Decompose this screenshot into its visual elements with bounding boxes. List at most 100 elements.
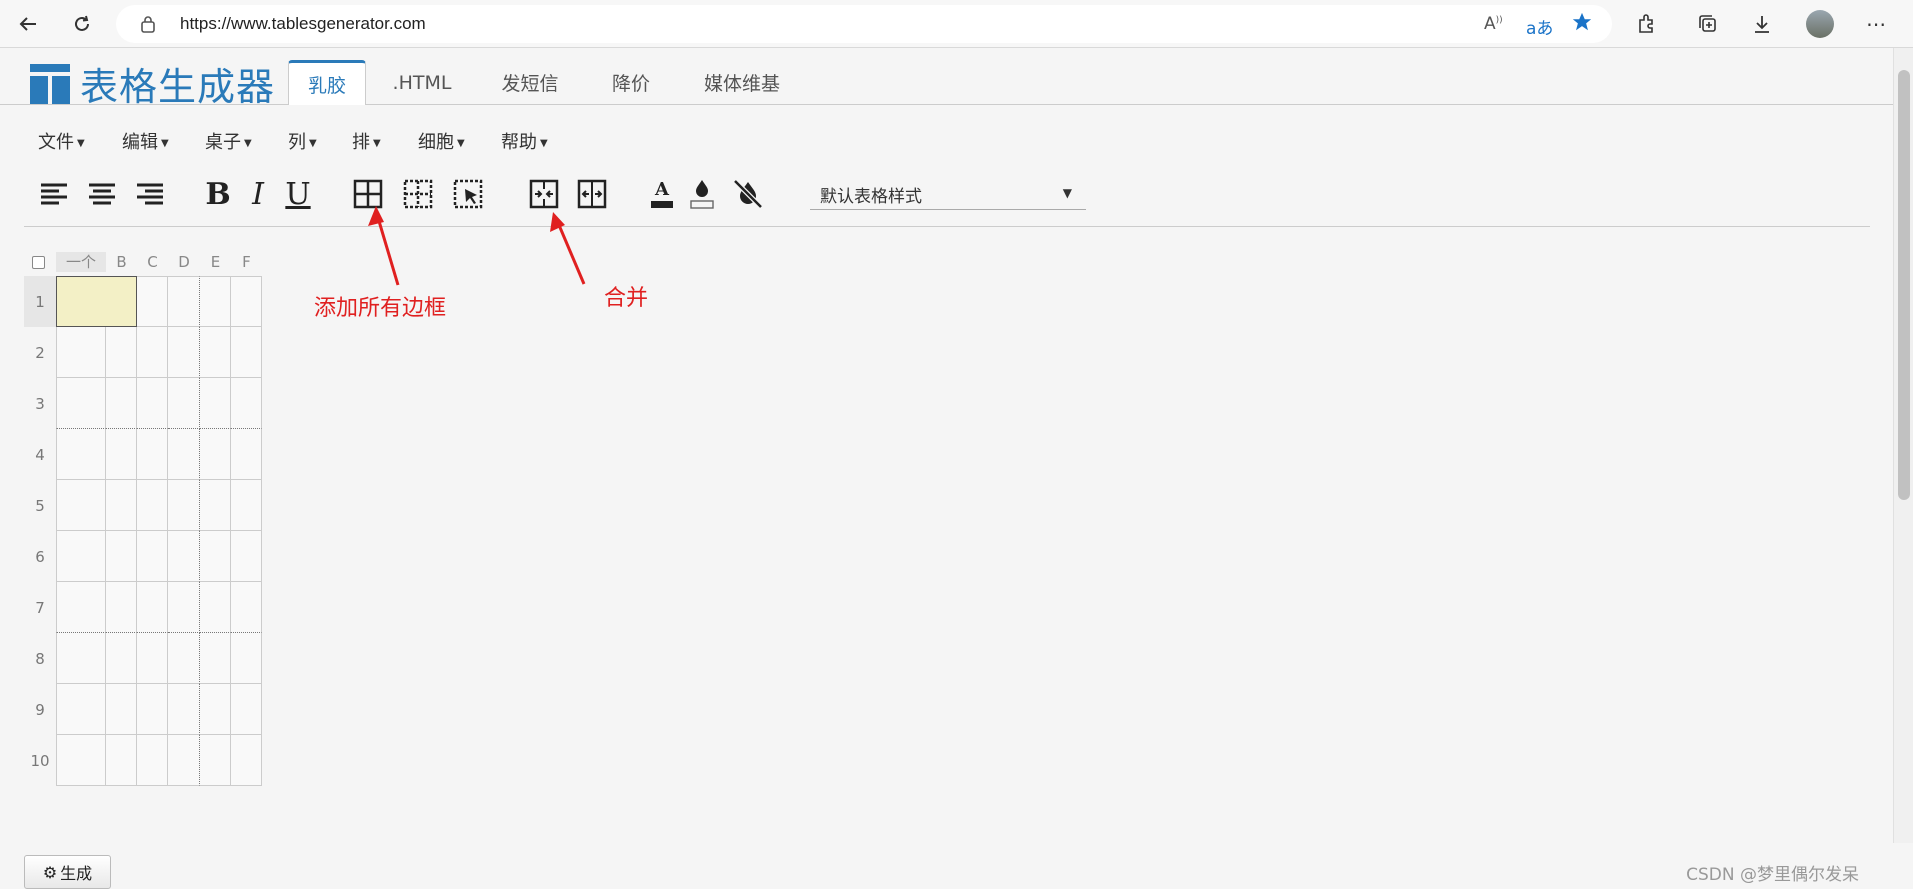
table-cell[interactable] bbox=[168, 276, 200, 327]
edit-borders-icon[interactable] bbox=[450, 176, 486, 212]
table-cell[interactable] bbox=[200, 684, 231, 735]
table-cell[interactable] bbox=[200, 531, 231, 582]
table-cell[interactable] bbox=[56, 684, 106, 735]
merged-selected-cell[interactable] bbox=[56, 276, 137, 327]
row-header[interactable]: 2 bbox=[24, 327, 56, 378]
table-cell[interactable] bbox=[231, 327, 262, 378]
extensions-icon[interactable] bbox=[1630, 8, 1662, 40]
column-header[interactable]: E bbox=[200, 252, 231, 272]
table-cell[interactable] bbox=[168, 582, 200, 633]
table-cell[interactable] bbox=[137, 684, 168, 735]
table-cell[interactable] bbox=[200, 582, 231, 633]
refresh-icon[interactable] bbox=[66, 8, 98, 40]
column-header[interactable]: 一个 bbox=[56, 252, 106, 272]
bold-icon[interactable]: B bbox=[200, 176, 236, 212]
row-header[interactable]: 8 bbox=[24, 633, 56, 684]
back-icon[interactable] bbox=[12, 8, 44, 40]
row-header[interactable]: 1 bbox=[24, 276, 56, 327]
table-cell[interactable] bbox=[106, 327, 137, 378]
align-right-icon[interactable] bbox=[132, 176, 168, 212]
row-header[interactable]: 6 bbox=[24, 531, 56, 582]
table-cell[interactable] bbox=[56, 429, 106, 480]
table-cell[interactable] bbox=[56, 480, 106, 531]
text-color-icon[interactable]: A bbox=[644, 176, 680, 212]
table-cell[interactable] bbox=[168, 429, 200, 480]
table-cell[interactable] bbox=[56, 735, 106, 786]
profile-avatar[interactable] bbox=[1804, 8, 1836, 40]
table-cell[interactable] bbox=[137, 582, 168, 633]
table-cell[interactable] bbox=[56, 531, 106, 582]
table-cell[interactable] bbox=[137, 276, 168, 327]
table-cell[interactable] bbox=[200, 480, 231, 531]
menu-table[interactable]: 桌子 ▼ bbox=[205, 128, 252, 154]
vertical-scrollbar[interactable] bbox=[1893, 48, 1913, 843]
row-header[interactable]: 5 bbox=[24, 480, 56, 531]
table-cell[interactable] bbox=[137, 480, 168, 531]
table-cell[interactable] bbox=[231, 684, 262, 735]
table-cell[interactable] bbox=[168, 480, 200, 531]
menu-cell[interactable]: 细胞 ▼ bbox=[418, 128, 465, 154]
table-cell[interactable] bbox=[231, 429, 262, 480]
row-header[interactable]: 4 bbox=[24, 429, 56, 480]
clear-color-icon[interactable] bbox=[730, 176, 766, 212]
table-cell[interactable] bbox=[200, 429, 231, 480]
table-cell[interactable] bbox=[106, 531, 137, 582]
row-header[interactable]: 3 bbox=[24, 378, 56, 429]
menu-help[interactable]: 帮助 ▼ bbox=[501, 128, 548, 154]
table-cell[interactable] bbox=[56, 582, 106, 633]
tab-text[interactable]: 发短信 bbox=[486, 60, 574, 105]
table-cell[interactable] bbox=[137, 429, 168, 480]
table-cell[interactable] bbox=[168, 531, 200, 582]
column-header[interactable]: F bbox=[231, 252, 262, 272]
table-cell[interactable] bbox=[106, 633, 137, 684]
address-bar[interactable]: https://www.tablesgenerator.com A)) aあ bbox=[116, 5, 1612, 43]
table-cell[interactable] bbox=[106, 378, 137, 429]
table-cell[interactable] bbox=[137, 327, 168, 378]
table-cell[interactable] bbox=[200, 735, 231, 786]
no-borders-icon[interactable] bbox=[400, 176, 436, 212]
table-cell[interactable] bbox=[231, 633, 262, 684]
tab-mediawiki[interactable]: 媒体维基 bbox=[690, 60, 794, 105]
table-cell[interactable] bbox=[106, 480, 137, 531]
table-cell[interactable] bbox=[200, 378, 231, 429]
table-cell[interactable] bbox=[106, 735, 137, 786]
tab-markdown[interactable]: 降价 bbox=[596, 60, 666, 105]
table-cell[interactable] bbox=[231, 735, 262, 786]
table-cell[interactable] bbox=[231, 276, 262, 327]
more-options-icon[interactable]: ⋯ bbox=[1860, 8, 1892, 40]
generate-button[interactable]: ⚙ 生成 bbox=[24, 855, 111, 889]
download-icon[interactable] bbox=[1746, 8, 1778, 40]
table-cell[interactable] bbox=[168, 633, 200, 684]
site-logo[interactable]: 表格生成器 bbox=[30, 56, 275, 111]
table-cell[interactable] bbox=[231, 582, 262, 633]
table-cell[interactable] bbox=[56, 633, 106, 684]
column-header[interactable]: C bbox=[137, 252, 168, 272]
table-cell[interactable] bbox=[137, 378, 168, 429]
table-cell[interactable] bbox=[137, 633, 168, 684]
tab-latex[interactable]: 乳胶 bbox=[288, 60, 366, 105]
column-header[interactable]: D bbox=[168, 252, 200, 272]
table-cell[interactable] bbox=[137, 735, 168, 786]
read-aloud-icon[interactable]: A)) bbox=[1484, 14, 1503, 34]
row-header[interactable]: 10 bbox=[24, 735, 56, 786]
split-cells-icon[interactable] bbox=[574, 176, 610, 212]
table-cell[interactable] bbox=[231, 378, 262, 429]
underline-icon[interactable]: U bbox=[280, 176, 316, 212]
table-cell[interactable] bbox=[231, 480, 262, 531]
table-cell[interactable] bbox=[137, 531, 168, 582]
table-cell[interactable] bbox=[200, 327, 231, 378]
table-cell[interactable] bbox=[106, 429, 137, 480]
menu-file[interactable]: 文件 ▼ bbox=[38, 128, 85, 154]
column-header[interactable]: B bbox=[106, 252, 137, 272]
table-cell[interactable] bbox=[231, 531, 262, 582]
table-cell[interactable] bbox=[56, 327, 106, 378]
background-color-icon[interactable] bbox=[684, 176, 720, 212]
table-cell[interactable] bbox=[168, 684, 200, 735]
menu-column[interactable]: 列 ▼ bbox=[288, 128, 317, 154]
all-borders-icon[interactable] bbox=[350, 176, 386, 212]
table-cell[interactable] bbox=[56, 378, 106, 429]
table-cell[interactable] bbox=[168, 378, 200, 429]
table-cell[interactable] bbox=[106, 684, 137, 735]
table-cell[interactable] bbox=[200, 633, 231, 684]
menu-row[interactable]: 排 ▼ bbox=[352, 128, 381, 154]
